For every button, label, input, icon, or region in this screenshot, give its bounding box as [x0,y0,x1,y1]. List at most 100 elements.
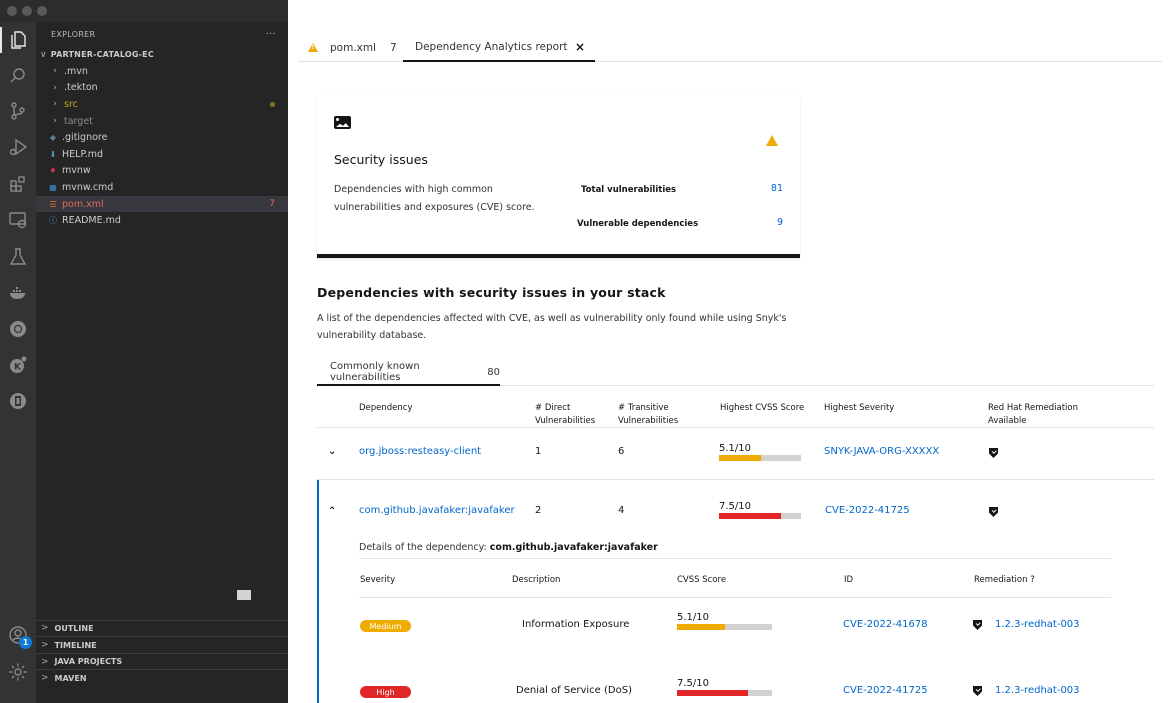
tab-commonly-known-vulnerabilities[interactable]: Commonly known vulnerabilities 80 [317,360,500,386]
search-icon[interactable] [6,64,30,88]
severity-id-link[interactable]: SNYK-JAVA-ORG-XXXXX [824,446,939,457]
tekton-icon[interactable] [6,389,30,413]
windows-icon: ▦ [49,182,57,192]
source-control-icon[interactable] [6,99,30,123]
tree-item-gitignore[interactable]: ◆ .gitignore [36,129,288,146]
remote-explorer-icon[interactable] [6,208,30,232]
details-header-remediation[interactable]: Remediation ? [974,574,1035,587]
tree-item-label: mvnw [62,165,91,177]
remediation-link[interactable]: 1.2.3-redhat-003 [995,685,1080,696]
shield-check-icon [973,686,982,696]
close-window-button[interactable] [7,6,17,16]
header-highest-severity[interactable]: Highest Severity [824,402,894,415]
more-actions-button[interactable]: ··· [266,29,276,40]
cvss-score-label: 7.5/10 [677,678,709,689]
shield-check-icon [973,620,982,630]
maximize-window-button[interactable] [37,6,47,16]
tree-item-mvnw-cmd[interactable]: ▦ mvnw.cmd [36,179,288,196]
cvss-score-fill [677,624,726,630]
section-label: TIMELINE [54,640,97,650]
explorer-icon[interactable] [6,28,30,52]
tree-item-label: pom.xml [62,198,104,210]
severity-id-link[interactable]: CVE-2022-41725 [825,505,910,516]
remediation-link[interactable]: 1.2.3-redhat-003 [995,619,1080,630]
modified-dot-icon [270,101,275,107]
explorer-header: EXPLORER ··· [36,22,288,46]
header-direct-vulnerabilities[interactable]: # Direct Vulnerabilities [535,402,605,428]
tree-item-label: HELP.md [62,148,103,160]
header-highest-cvss[interactable]: Highest CVSS Score [720,402,804,415]
details-header-description[interactable]: Description [512,574,560,587]
explorer-sidebar: EXPLORER ··· ∨ PARTNER-CATALOG-EC › .mvn ›… [36,22,288,703]
section-description: A list of the dependencies affected with… [317,313,787,341]
tree-item-tekton[interactable]: › .tekton [36,80,288,97]
cvss-score: 5.1/10 [719,443,801,461]
header-dependency[interactable]: Dependency [359,402,413,415]
testing-icon[interactable] [6,245,30,269]
activity-bar: K 1 [0,22,36,703]
collapse-chevron-up-icon[interactable]: ⌃ [328,506,336,517]
details-header-cvss[interactable]: CVSS Score [677,574,726,587]
severity-badge-medium: Medium [360,620,411,632]
cvss-score: 7.5/10 [677,678,772,696]
direct-count: 2 [535,505,542,516]
direct-count: 1 [535,446,542,457]
close-icon[interactable]: × [575,40,585,54]
chevron-down-icon: ∨ [40,49,47,60]
section-maven[interactable]: > MAVEN [36,669,288,686]
cvss-score-label: 5.1/10 [677,612,709,623]
chevron-right-icon: > [41,656,49,667]
chevron-right-icon: > [41,623,49,634]
knative-icon[interactable]: K [6,353,30,377]
vulnerability-description: Information Exposure [522,619,630,630]
tree-item-target[interactable]: › target [36,113,288,130]
info-icon: ⓘ [49,216,57,226]
subtab-count: 80 [487,366,500,378]
section-java-projects[interactable]: > JAVA PROJECTS [36,652,288,670]
cve-id-link[interactable]: CVE-2022-41678 [843,619,928,630]
tree-item-mvnw[interactable]: ♦ mvnw [36,163,288,180]
title-bar [0,0,288,22]
tab-pom-xml[interactable]: pom.xml 7 [308,34,397,61]
scrollbar-thumb[interactable] [237,590,251,600]
chevron-right-icon: > [41,673,49,684]
header-remediation[interactable]: Red Hat Remediation Available [988,402,1098,428]
header-transitive-vulnerabilities[interactable]: # Transitive Vulnerabilities [618,402,688,428]
divider [359,597,1111,598]
kubernetes-icon[interactable] [6,317,30,341]
tree-item-help-md[interactable]: ⬇ HELP.md [36,146,288,163]
cvss-score: 5.1/10 [677,612,772,630]
expand-chevron-down-icon[interactable]: ⌄ [328,446,336,457]
accounts-icon[interactable]: 1 [6,623,32,649]
minimize-window-button[interactable] [22,6,32,16]
accounts-badge: 1 [19,636,32,649]
settings-gear-icon[interactable] [6,660,30,684]
tree-item-label: mvnw.cmd [62,181,114,193]
editor-tabs: pom.xml 7 Dependency Analytics report × [298,34,1162,62]
cvss-score-track [719,513,801,519]
vulnerable-dependencies-value[interactable]: 9 [777,217,783,228]
tab-dependency-analytics-report[interactable]: Dependency Analytics report × [403,34,595,62]
workspace-root[interactable]: ∨ PARTNER-CATALOG-EC [36,46,288,63]
section-title: Dependencies with security issues in you… [317,285,666,300]
vulnerability-description: Denial of Service (DoS) [516,685,632,696]
tree-item-src[interactable]: › src [36,96,288,113]
cvss-score-track [719,455,801,461]
cve-id-link[interactable]: CVE-2022-41725 [843,685,928,696]
extensions-icon[interactable] [6,172,30,196]
details-header-severity[interactable]: Severity [360,574,395,587]
details-header-id[interactable]: ID [844,574,853,587]
tree-item-pom-xml[interactable]: ☰ pom.xml 7 [36,195,288,213]
details-prefix: Details of the dependency: [359,542,487,553]
shield-check-icon [989,507,998,517]
run-debug-icon[interactable] [6,135,30,159]
section-timeline[interactable]: > TIMELINE [36,636,288,653]
dependency-link[interactable]: org.jboss:resteasy-client [359,446,481,457]
tree-item-readme-md[interactable]: ⓘ README.md [36,212,288,229]
section-outline[interactable]: > OUTLINE [36,619,288,637]
dependency-link[interactable]: com.github.javafaker:javafaker [359,505,515,516]
total-vulnerabilities-value[interactable]: 81 [771,183,783,194]
docker-icon[interactable] [6,281,30,305]
tree-item-mvn[interactable]: › .mvn [36,63,288,80]
cvss-score-track [677,690,772,696]
